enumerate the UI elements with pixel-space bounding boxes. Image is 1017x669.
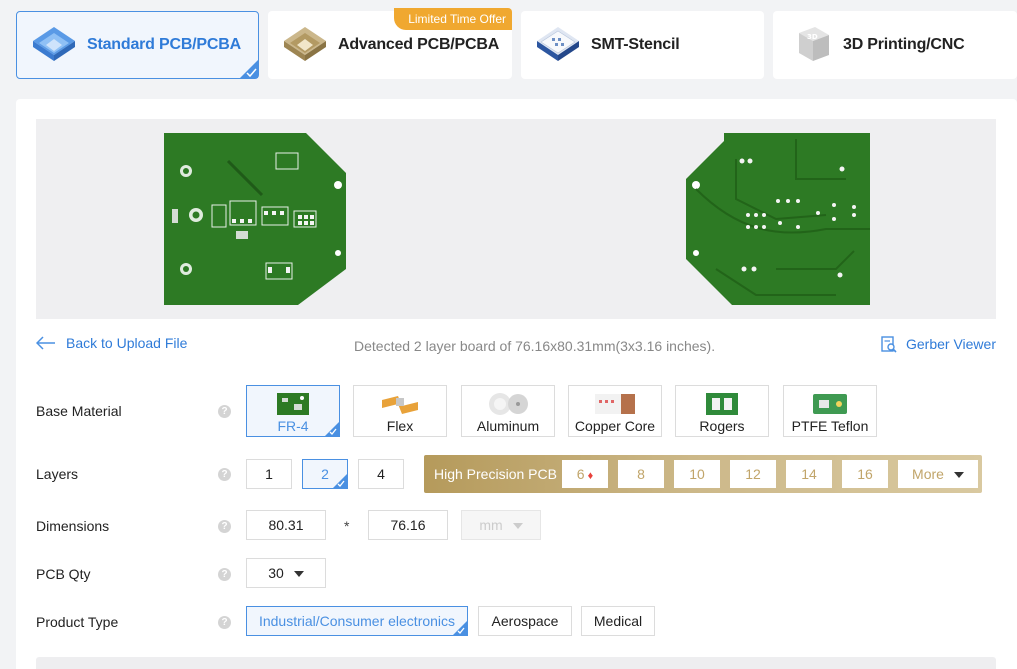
checkmark-icon: [240, 60, 258, 78]
high-precision-pcb-bar: High Precision PCB 6 ♦ 8 10 12 14 16 More: [424, 455, 982, 493]
tab-label: SMT-Stencil: [591, 36, 680, 53]
layers-option-4[interactable]: 4: [358, 459, 404, 489]
checkmark-icon: [325, 422, 339, 436]
gerber-label: Gerber Viewer: [905, 336, 996, 352]
layers-option-2[interactable]: 2: [302, 459, 348, 489]
tab-advanced-pcb[interactable]: Advanced PCB/PCBA Limited Time Offer: [268, 8, 512, 79]
arrow-left-icon: [36, 336, 55, 350]
material-label: PTFE Teflon: [791, 418, 869, 434]
tab-label: Advanced PCB/PCBA: [338, 36, 500, 53]
more-label: More: [912, 466, 944, 482]
pcb-qty-select[interactable]: 30: [246, 558, 326, 588]
material-rogers[interactable]: Rogers: [675, 385, 769, 437]
product-tabs: Standard PCB/PCBA Advanced PCB/PCBA Limi…: [0, 0, 1017, 90]
file-toolbar: Back to Upload File Detected 2 layer boa…: [36, 333, 996, 357]
rogers-board-icon: [706, 393, 738, 415]
copper-core-board-icon: [595, 394, 635, 414]
tab-label: 3D Printing/CNC: [843, 36, 965, 53]
layers-option-8[interactable]: 8: [618, 460, 664, 488]
material-label: FR-4: [277, 418, 309, 434]
pcb-top-view: [164, 133, 870, 305]
pcb-preview: [36, 119, 996, 319]
detected-board-info: Detected 2 layer board of 76.16x80.31mm(…: [354, 338, 716, 354]
layers-option-label: 6: [576, 466, 585, 482]
product-type-label: Product Type: [36, 614, 119, 630]
material-label: Flex: [386, 418, 414, 434]
high-precision-label: High Precision PCB: [434, 466, 557, 482]
layers-option-1[interactable]: 1: [246, 459, 292, 489]
material-aluminum[interactable]: Aluminum: [461, 385, 555, 437]
tab-3d-printing[interactable]: 3D 3D Printing/CNC: [773, 11, 1017, 79]
dimension-width-input[interactable]: 80.31: [246, 510, 326, 540]
dimensions-label: Dimensions: [36, 518, 110, 534]
product-type-option-label: Industrial/Consumer electronics: [258, 613, 456, 629]
material-label: Aluminum: [476, 418, 540, 434]
quote-panel: Back to Upload File Detected 2 layer boa…: [16, 99, 1017, 669]
ptfe-teflon-board-icon: [813, 394, 847, 414]
qty-value: 30: [268, 565, 284, 581]
layers-option-16[interactable]: 16: [842, 460, 888, 488]
dimension-height-input[interactable]: 76.16: [368, 510, 448, 540]
product-type-medical[interactable]: Medical: [581, 606, 655, 636]
dimension-separator: *: [344, 518, 350, 534]
layers-option-10[interactable]: 10: [674, 460, 720, 488]
help-icon[interactable]: ?: [218, 405, 231, 418]
help-icon[interactable]: ?: [218, 568, 231, 581]
tab-standard-pcb[interactable]: Standard PCB/PCBA: [16, 11, 259, 79]
material-label: Rogers: [699, 418, 745, 434]
smt-stencil-icon: [537, 27, 579, 61]
help-icon[interactable]: ?: [218, 468, 231, 481]
back-label: Back to Upload File: [66, 335, 188, 351]
3d-printing-icon: 3D: [799, 27, 829, 61]
aluminum-board-icon: [489, 393, 528, 415]
tab-smt-stencil[interactable]: SMT-Stencil: [521, 11, 764, 79]
unit-select[interactable]: mm: [461, 510, 541, 540]
unit-value: mm: [479, 517, 503, 533]
standard-pcb-icon: [33, 27, 75, 61]
layers-label: Layers: [36, 466, 79, 482]
flex-board-icon: [382, 396, 418, 414]
layers-option-label: 2: [321, 466, 329, 482]
material-copper-core[interactable]: Copper Core: [568, 385, 662, 437]
help-icon[interactable]: ?: [218, 520, 231, 533]
pcb-qty-label: PCB Qty: [36, 566, 91, 582]
layers-option-6[interactable]: 6 ♦: [562, 460, 608, 488]
layers-option-12[interactable]: 12: [730, 460, 776, 488]
tab-label: Standard PCB/PCBA: [87, 36, 241, 53]
product-type-industrial[interactable]: Industrial/Consumer electronics: [246, 606, 468, 636]
advanced-pcb-icon: [284, 27, 326, 61]
gerber-viewer-link[interactable]: Gerber Viewer: [880, 335, 996, 353]
back-to-upload-link[interactable]: Back to Upload File: [36, 335, 187, 351]
more-layers-dropdown[interactable]: More: [898, 460, 978, 488]
chevron-down-icon: [293, 571, 304, 578]
chevron-down-icon: [953, 472, 964, 479]
checkmark-icon: [453, 621, 467, 635]
svg-text:3D: 3D: [807, 33, 818, 41]
product-type-aerospace[interactable]: Aerospace: [478, 606, 572, 636]
material-label: Copper Core: [574, 418, 656, 434]
help-icon[interactable]: ?: [218, 616, 231, 629]
material-ptfe-teflon[interactable]: PTFE Teflon: [783, 385, 877, 437]
fr4-board-icon: [277, 393, 309, 415]
material-fr4[interactable]: FR-4: [246, 385, 340, 437]
material-flex[interactable]: Flex: [353, 385, 447, 437]
fire-icon: ♦: [587, 470, 594, 482]
limited-offer-badge: Limited Time Offer: [394, 8, 512, 30]
base-material-label: Base Material: [36, 403, 122, 419]
chevron-down-icon: [512, 523, 523, 530]
section-header-bar: [36, 657, 996, 669]
gerber-viewer-icon: [881, 336, 897, 353]
checkmark-icon: [333, 474, 347, 488]
layers-option-14[interactable]: 14: [786, 460, 832, 488]
